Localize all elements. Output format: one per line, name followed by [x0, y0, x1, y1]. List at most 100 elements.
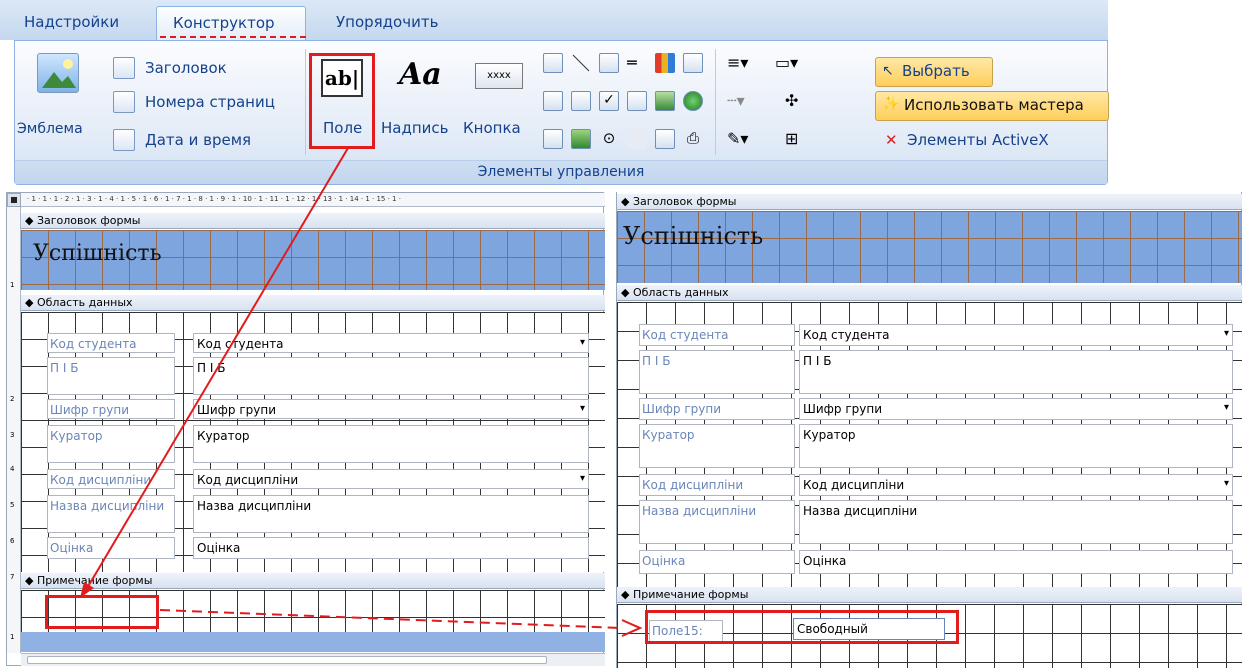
- row-value: Куратор: [803, 428, 856, 442]
- image-frame-icon[interactable]: [655, 129, 675, 149]
- row-combo-box[interactable]: Шифр групи ▾: [193, 399, 589, 419]
- row-textbox[interactable]: Назва дисципліни: [799, 500, 1233, 544]
- tab-designer[interactable]: Конструктор: [156, 6, 306, 40]
- row-label[interactable]: Назва дисципліни: [639, 500, 795, 544]
- row-combo-box[interactable]: Код дисципліни ▾: [193, 469, 589, 489]
- unbound-frame-icon[interactable]: [627, 91, 647, 111]
- row-label[interactable]: Оцінка: [47, 537, 175, 559]
- line-color-icon[interactable]: ✎▾: [727, 129, 748, 149]
- label-icon[interactable]: Aa: [399, 57, 442, 92]
- row-textbox[interactable]: Оцінка: [799, 550, 1233, 574]
- date-time-button[interactable]: Дата и время: [145, 131, 251, 149]
- form-title-label[interactable]: Успішність: [623, 222, 763, 250]
- scrollbar-thumb[interactable]: [27, 656, 547, 664]
- chevron-down-icon[interactable]: ▾: [1224, 328, 1229, 339]
- tab-arrange[interactable]: Упорядочить: [320, 6, 454, 40]
- rectangle-icon[interactable]: [571, 91, 591, 111]
- combo-box-icon[interactable]: [543, 53, 563, 73]
- chevron-down-icon[interactable]: ▾: [580, 337, 585, 348]
- horizontal-scrollbar[interactable]: [21, 653, 605, 666]
- list-box-icon[interactable]: [683, 53, 703, 73]
- detail-section-bar[interactable]: ◆ Область данных: [617, 285, 1242, 301]
- row-textbox[interactable]: П І Б: [193, 357, 589, 395]
- toggle-icon[interactable]: ═: [627, 53, 647, 73]
- chevron-down-icon[interactable]: ▾: [1224, 478, 1229, 489]
- vruler-mark: 1: [10, 633, 15, 641]
- row-combo-box[interactable]: Шифр групи ▾: [799, 398, 1233, 420]
- property-sheet-icon[interactable]: ✣: [785, 91, 805, 111]
- form-selector[interactable]: [7, 193, 21, 207]
- new-field-placement-highlight: [45, 595, 159, 629]
- option-button-icon[interactable]: ⊙: [599, 129, 619, 149]
- tab-control-icon[interactable]: [599, 53, 619, 73]
- chart-icon[interactable]: [655, 53, 675, 73]
- row-label[interactable]: Шифр групи: [47, 399, 175, 419]
- row-label[interactable]: П І Б: [639, 350, 795, 394]
- row-value: Оцінка: [197, 541, 241, 555]
- attachment-icon[interactable]: ⎙: [683, 129, 703, 149]
- row-combo-box[interactable]: Код дисципліни ▾: [799, 474, 1233, 496]
- row-value: Код студента: [803, 328, 890, 342]
- row-textbox[interactable]: Куратор: [799, 424, 1233, 468]
- row-label[interactable]: Код дисципліни: [639, 474, 795, 496]
- subform-icon[interactable]: [543, 91, 563, 111]
- row-label[interactable]: Код студента: [639, 324, 795, 346]
- button-control-button[interactable]: Кнопка: [463, 119, 521, 137]
- row-label[interactable]: Куратор: [639, 424, 795, 468]
- horizontal-ruler: · 1 · 1 · 1 · 2 · 1 · 3 · 1 · 4 · 1 · 5 …: [21, 193, 605, 207]
- row-textbox[interactable]: Назва дисципліни: [193, 495, 589, 533]
- label-button[interactable]: Надпись: [381, 119, 449, 137]
- form-footer-section-bar[interactable]: ◆ Примечание формы: [617, 587, 1242, 603]
- row-label[interactable]: Код дисципліни: [47, 469, 175, 489]
- row-label[interactable]: Куратор: [47, 425, 175, 463]
- logo-button[interactable]: Эмблема: [17, 121, 83, 137]
- command-button-icon[interactable]: xxxx: [475, 63, 523, 89]
- line-icon[interactable]: [571, 53, 591, 73]
- row-textbox[interactable]: Куратор: [193, 425, 589, 463]
- row-label[interactable]: Назва дисципліни: [47, 495, 175, 533]
- row-combo-box[interactable]: Код студента ▾: [193, 333, 589, 353]
- hyperlink-icon[interactable]: [683, 91, 703, 111]
- page-numbers-icon: [113, 91, 135, 113]
- chevron-down-icon[interactable]: ▾: [1224, 402, 1229, 413]
- form-footer-section-bar[interactable]: ◆ Примечание формы: [21, 573, 605, 589]
- form-footer-extent: [21, 632, 605, 652]
- line-thickness-icon[interactable]: ≡▾: [727, 53, 748, 73]
- chevron-down-icon[interactable]: ▾: [580, 473, 585, 484]
- header-icon: [113, 57, 135, 79]
- form-title-label[interactable]: Успішність: [33, 241, 162, 266]
- select-button[interactable]: ↖ Выбрать: [875, 57, 993, 87]
- line-type-icon[interactable]: ▭▾: [775, 53, 798, 73]
- page-break-icon[interactable]: [627, 129, 647, 149]
- logo-icon[interactable]: [37, 53, 79, 93]
- vruler-mark: 4: [10, 465, 15, 473]
- use-wizards-button[interactable]: ✨ Использовать мастера: [875, 91, 1109, 121]
- row-label[interactable]: Код студента: [47, 333, 175, 353]
- add-fields-icon[interactable]: ⊞: [785, 129, 805, 149]
- image-icon[interactable]: [655, 91, 675, 111]
- row-label[interactable]: Шифр групи: [639, 398, 795, 420]
- form-header-section-bar[interactable]: ◆ Заголовок формы: [617, 194, 1242, 210]
- detail-section-bar[interactable]: ◆ Область данных: [21, 295, 605, 311]
- chevron-down-icon[interactable]: ▾: [580, 403, 585, 414]
- row-label[interactable]: Оцінка: [639, 550, 795, 574]
- checkbox-icon[interactable]: ✓: [599, 91, 619, 111]
- row-textbox[interactable]: П І Б: [799, 350, 1233, 394]
- vruler-mark: 2: [10, 395, 15, 403]
- vruler-mark: 5: [10, 501, 15, 509]
- row-textbox[interactable]: Оцінка: [193, 537, 589, 559]
- page-numbers-button[interactable]: Номера страниц: [145, 93, 275, 111]
- tab-addins[interactable]: Надстройки: [8, 6, 135, 40]
- row-label[interactable]: П І Б: [47, 357, 175, 395]
- use-wizards-label: Использовать мастера: [904, 96, 1084, 114]
- form-header-section-bar[interactable]: ◆ Заголовок формы: [21, 213, 605, 229]
- option-group-icon[interactable]: [543, 129, 563, 149]
- row-value: Шифр групи: [197, 403, 276, 417]
- row-value: Куратор: [197, 429, 250, 443]
- line-style-icon[interactable]: ┄▾: [727, 91, 747, 111]
- form-footer-section-label: Примечание формы: [36, 574, 153, 587]
- row-value: П І Б: [197, 361, 226, 375]
- header-button[interactable]: Заголовок: [145, 59, 227, 77]
- bound-frame-icon[interactable]: [571, 129, 591, 149]
- row-combo-box[interactable]: Код студента ▾: [799, 324, 1233, 346]
